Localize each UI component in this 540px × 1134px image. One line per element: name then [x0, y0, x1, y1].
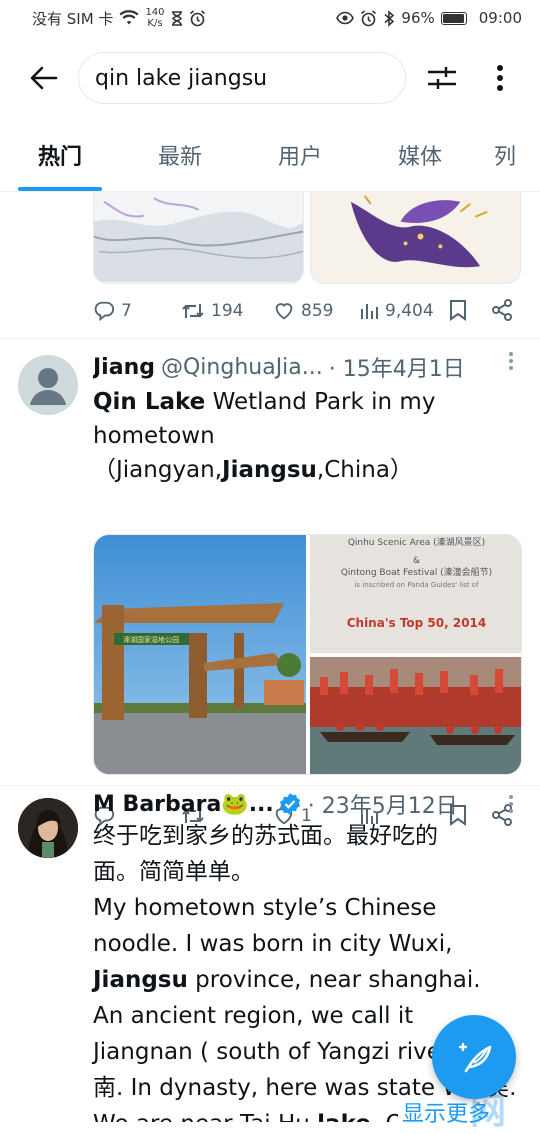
boats-photo: [310, 657, 521, 774]
battery-percent: 96%: [401, 9, 435, 27]
prev-tweet-actions: 7 194 859 9,404: [93, 296, 523, 326]
certificate-text: Qinhu Scenic Area (溱湖风景区) & Qintong Boat…: [340, 538, 493, 630]
reply-icon: [94, 301, 115, 322]
tweet-header: M Barbara🐸... · 23年5月12日: [93, 788, 520, 820]
retweet-button[interactable]: 194: [181, 300, 243, 322]
timeline: 7 194 859 9,404 Jiang @QinghuaJia... · 1…: [0, 192, 540, 1122]
battery-icon: [440, 11, 467, 25]
tweet-header: Jiang @QinghuaJia... · 15年4月1日: [93, 351, 520, 383]
display-name[interactable]: Jiang: [93, 355, 155, 380]
bookmark-button[interactable]: [449, 299, 467, 326]
heart-icon: [275, 303, 293, 320]
media-photo-boats[interactable]: [310, 657, 521, 774]
tweet-media-grid: 溱湖国家湿地公园 Qinhu Scenic Area (溱湖风景区) & Qin…: [93, 534, 522, 775]
tweet-more-button[interactable]: [508, 351, 514, 376]
tweet-text: Qin Lake Wetland Park in my hometown（Jia…: [93, 389, 436, 483]
compose-feather-icon: [458, 1042, 492, 1073]
sliders-icon: [428, 67, 456, 89]
share-button[interactable]: [491, 299, 513, 326]
wifi-icon: [119, 10, 139, 25]
bluetooth-icon: [384, 9, 395, 27]
eye-icon: [336, 11, 355, 25]
search-header: [0, 36, 540, 120]
butterfly-image: [311, 192, 520, 283]
tab-top[interactable]: 热门: [0, 119, 120, 191]
user-handle[interactable]: @QinghuaJia...: [161, 355, 323, 380]
bookmark-icon: [450, 300, 466, 321]
search-tabs: 热门 最新 用户 媒体 列: [0, 120, 540, 192]
views-chart-icon: [361, 304, 378, 319]
status-bar: 没有 SIM 卡 140 K/s 96% 09:00: [0, 0, 540, 36]
avatar[interactable]: [18, 355, 78, 415]
gate-sign-text: 溱湖国家湿地公园: [123, 635, 179, 644]
more-vertical-icon: [497, 65, 503, 91]
tab-people[interactable]: 用户: [240, 119, 360, 191]
verified-badge-icon: [279, 793, 300, 815]
search-input[interactable]: [95, 65, 389, 91]
gate-photo: 溱湖国家湿地公园: [94, 535, 306, 774]
search-filter-button[interactable]: [420, 56, 464, 100]
default-avatar-icon: [18, 355, 78, 415]
compose-tweet-button[interactable]: [432, 1015, 516, 1099]
carrier-label: 没有 SIM 卡: [32, 9, 114, 28]
tab-latest[interactable]: 最新: [120, 119, 240, 191]
search-box[interactable]: [78, 52, 406, 104]
tab-lists[interactable]: 列: [480, 119, 540, 191]
tab-media[interactable]: 媒体: [360, 119, 480, 191]
prev-tweet-media[interactable]: [93, 192, 521, 284]
tweet-more-button[interactable]: [508, 794, 514, 819]
share-icon: [492, 299, 512, 321]
reply-button[interactable]: 7: [93, 300, 132, 322]
retweet-icon: [182, 304, 204, 318]
tweet-date[interactable]: · 15年4月1日: [329, 351, 465, 383]
sketch-image: [94, 192, 303, 283]
back-arrow-icon: [30, 66, 58, 90]
profile-photo: [18, 798, 78, 858]
display-name[interactable]: M Barbara🐸...: [93, 792, 274, 817]
prev-media-butterfly[interactable]: [310, 192, 521, 284]
media-photo-gate[interactable]: 溱湖国家湿地公园: [94, 535, 306, 774]
like-button[interactable]: 859: [273, 300, 333, 322]
media-photo-certificate[interactable]: Qinhu Scenic Area (溱湖风景区) & Qintong Boat…: [310, 535, 521, 653]
tweet-date[interactable]: · 23年5月12日: [308, 788, 458, 820]
tweet-jiang[interactable]: Jiang @QinghuaJia... · 15年4月1日 Qin Lake …: [0, 339, 540, 827]
overflow-menu-button[interactable]: [478, 56, 522, 100]
alarm-icon-2: [361, 9, 377, 26]
avatar[interactable]: [18, 798, 78, 858]
clock: 09:00: [478, 9, 522, 27]
network-speed: 140 K/s: [145, 7, 165, 29]
hourglass-icon: [171, 10, 182, 26]
views-button[interactable]: 9,404: [359, 301, 434, 321]
prev-media-sketch[interactable]: [93, 192, 304, 284]
back-button[interactable]: [24, 58, 64, 98]
more-vertical-icon: [509, 795, 513, 813]
alarm-icon: [189, 9, 205, 26]
more-vertical-icon: [509, 352, 513, 370]
